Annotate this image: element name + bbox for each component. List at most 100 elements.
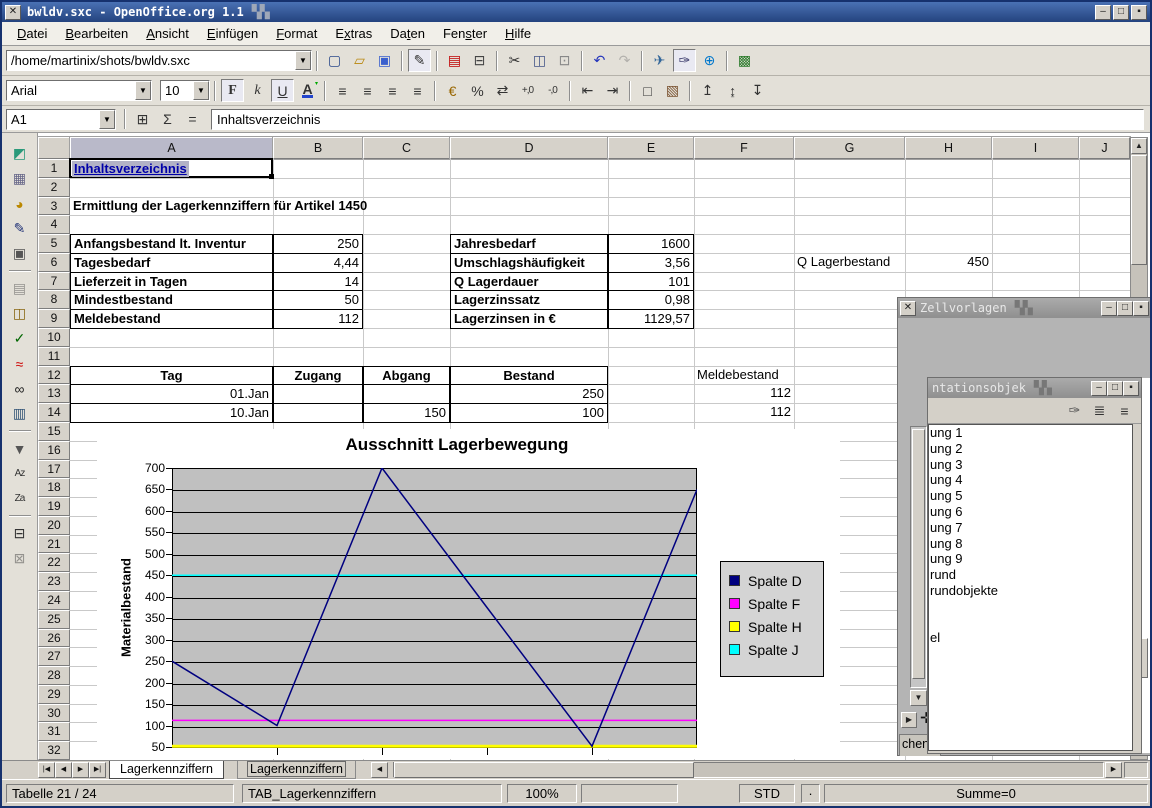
column-header-H[interactable]: H [905,137,992,159]
style-list-item[interactable]: el [929,630,1132,646]
align-center-vertical-icon[interactable]: ↨ [721,79,744,102]
minimize-icon[interactable]: – [1101,301,1117,316]
hyperlink-icon[interactable]: ⊕ [698,49,721,72]
number-currency-icon[interactable]: € [441,79,464,102]
shade-icon[interactable]: ▪ [1123,381,1139,396]
menu-bearbeiten[interactable]: Bearbeiten [56,24,137,43]
undo-icon[interactable]: ↶ [588,49,611,72]
new-document-icon[interactable]: ▢ [323,49,346,72]
row-header-14[interactable]: 14 [38,403,70,422]
number-percent-icon[interactable]: % [466,79,489,102]
cell-B9[interactable]: 112 [273,309,363,329]
cell-F12[interactable]: Meldebestand [694,366,794,386]
row-header-17[interactable]: 17 [38,460,70,479]
sheet-tab-1[interactable]: Lagerkennziffern [109,761,224,779]
row-header-25[interactable]: 25 [38,610,70,629]
url-combobox[interactable]: /home/martinix/shots/bwldv.sxc ▼ [6,50,312,71]
split-window-icon[interactable]: ⊟ [8,522,31,545]
row-header-6[interactable]: 6 [38,253,70,272]
chevron-down-icon[interactable]: ▼ [193,81,209,100]
align-top-icon[interactable]: ↥ [696,79,719,102]
add-decimal-icon[interactable]: +,0 [516,79,539,102]
row-header-1[interactable]: 1 [38,159,70,178]
function-autopilot-icon[interactable]: ⊞ [131,108,154,131]
menu-datei[interactable]: Datei [8,24,56,43]
insert-icon[interactable]: ◩ [8,142,31,165]
cell-A5[interactable]: Anfangsbestand lt. Inventur [70,234,273,254]
row-header-21[interactable]: 21 [38,535,70,554]
stylist-icon[interactable]: ✑ [673,49,696,72]
cell-E6[interactable]: 3,56 [608,253,694,273]
spellcheck-icon[interactable]: ✓ [8,327,31,350]
new-style-icon[interactable]: ≣ [1088,399,1111,422]
sort-ascending-icon[interactable]: Az [8,462,31,485]
row-header-3[interactable]: 3 [38,197,70,216]
cell-D12[interactable]: Bestand [450,366,608,386]
next-sheet-button[interactable]: ▶ [72,762,89,778]
row-header-20[interactable]: 20 [38,516,70,535]
align-right-icon[interactable]: ≡ [381,79,404,102]
column-header-J[interactable]: J [1079,137,1130,159]
align-justify-icon[interactable]: ≡ [406,79,429,102]
row-header-12[interactable]: 12 [38,366,70,385]
praesentationsobjekte-title-bar[interactable]: ntationsobjek ▚▚ – □ ▪ [928,378,1141,398]
cell-D6[interactable]: Umschlagshäufigkeit [450,253,608,273]
cell-A9[interactable]: Meldebestand [70,309,273,329]
font-color-button[interactable]: A▾ [296,79,319,102]
paste-icon[interactable]: ⊡ [553,49,576,72]
cell-F13[interactable]: 112 [694,384,794,404]
gallery-icon[interactable]: ▩ [733,49,756,72]
row-header-4[interactable]: 4 [38,215,70,234]
cell-E8[interactable]: 0,98 [608,290,694,310]
selection-mode[interactable]: STD [739,784,795,803]
cell-B12[interactable]: Zugang [273,366,363,386]
increase-indent-icon[interactable]: ⇥ [601,79,624,102]
scrollbar-thumb[interactable] [1131,155,1147,265]
cell-D5[interactable]: Jahresbedarf [450,234,608,254]
column-header-D[interactable]: D [450,137,608,159]
cell-B6[interactable]: 4,44 [273,253,363,273]
cell-A14[interactable]: 10.Jan [70,403,273,423]
style-list[interactable]: ung 1ung 2ung 3ung 4ung 5ung 6ung 7ung 8… [928,424,1133,751]
find-replace-icon[interactable]: ∞ [8,377,31,400]
title-bar[interactable]: ✕ bwldv.sxc - OpenOffice.org 1.1 ▚▚ – □ … [2,2,1150,22]
style-list-item[interactable]: ung 7 [929,520,1132,536]
style-list-item[interactable]: rund [929,567,1132,583]
borders-icon[interactable]: □ [636,79,659,102]
praesentationsobjekte-window[interactable]: ntationsobjek ▚▚ – □ ▪ ✑≣≡ ung 1ung 2ung… [927,377,1142,754]
font-size-combobox[interactable]: 10 ▼ [160,80,210,101]
minimize-icon[interactable]: – [1095,5,1111,20]
copy-icon[interactable]: ◫ [528,49,551,72]
column-header-B[interactable]: B [273,137,363,159]
maximize-icon[interactable]: □ [1107,381,1123,396]
underline-button[interactable]: U [271,79,294,102]
shade-icon[interactable]: ▪ [1131,5,1147,20]
scroll-up-icon[interactable]: ▲ [1131,138,1147,154]
column-header-A[interactable]: A [70,137,273,159]
sum-icon[interactable]: Σ [156,108,179,131]
first-sheet-button[interactable]: |◀ [38,762,55,778]
cell-A6[interactable]: Tagesbedarf [70,253,273,273]
row-header-27[interactable]: 27 [38,647,70,666]
cell-F14[interactable]: 112 [694,403,794,423]
cell-C14[interactable]: 150 [363,403,450,423]
autofilter-icon[interactable]: ▼ [8,437,31,460]
last-sheet-button[interactable]: ▶| [89,762,106,778]
previous-sheet-button[interactable]: ◀ [55,762,72,778]
row-header-24[interactable]: 24 [38,591,70,610]
bold-button[interactable]: F [221,79,244,102]
fill-handle[interactable] [269,174,274,179]
cell-D14[interactable]: 100 [450,403,608,423]
menu-extras[interactable]: Extras [326,24,381,43]
cell-A7[interactable]: Lieferzeit in Tagen [70,272,273,292]
column-header-G[interactable]: G [794,137,905,159]
export-pdf-icon[interactable]: ▤ [443,49,466,72]
maximize-icon[interactable]: □ [1113,5,1129,20]
style-list-item[interactable]: ung 1 [929,425,1132,441]
font-name-combobox[interactable]: Arial ▼ [6,80,152,101]
draw-functions-icon[interactable]: ✎ [8,217,31,240]
row-header-18[interactable]: 18 [38,478,70,497]
row-header-7[interactable]: 7 [38,272,70,291]
save-icon[interactable]: ▣ [373,49,396,72]
style-list-item[interactable]: ung 3 [929,457,1132,473]
